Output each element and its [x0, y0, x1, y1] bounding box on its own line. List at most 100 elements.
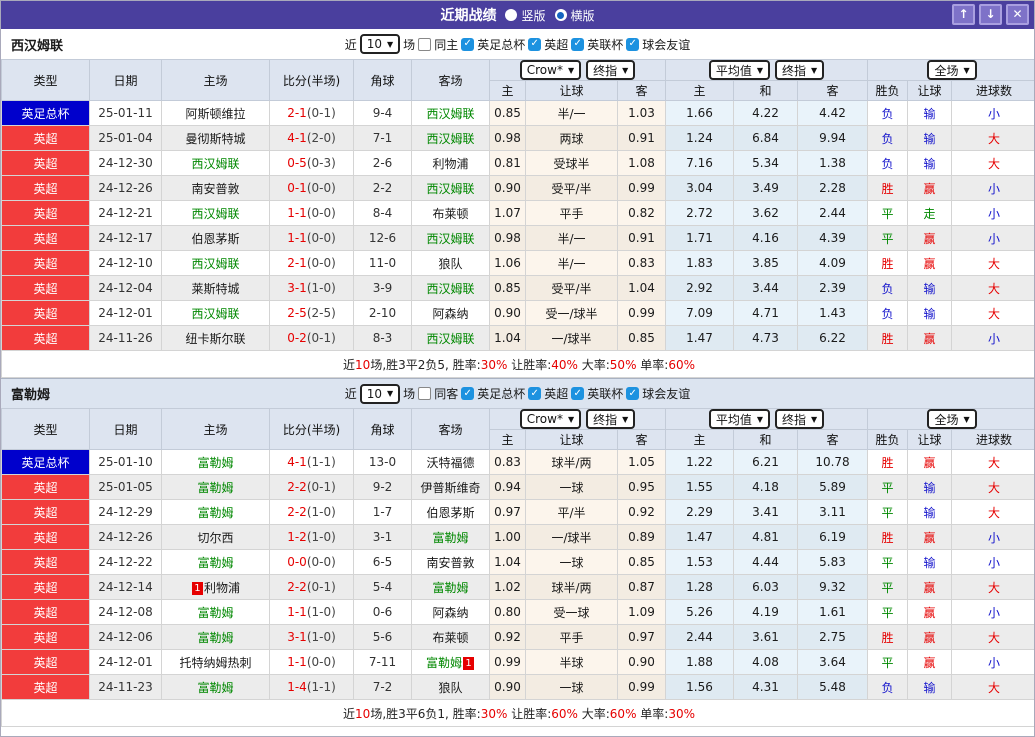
col-odds-home: 0.83	[490, 450, 526, 475]
col-odds-home: 0.90	[490, 176, 526, 201]
match-count-select[interactable]: 10	[360, 384, 400, 404]
goals-flag: 小	[988, 531, 1000, 545]
col-header-goals: 进球数	[952, 81, 1035, 101]
halftime-score: (1-0)	[307, 630, 336, 644]
away-team-name: 利物浦	[432, 157, 468, 171]
odds-line: 一/球半	[551, 531, 591, 545]
friendly-checkbox[interactable]	[626, 387, 639, 400]
col-away-team: 狼队	[412, 675, 490, 700]
odds-stage-select[interactable]: 终指	[586, 60, 635, 80]
average-stage-select[interactable]: 终指	[775, 409, 824, 429]
same-venue-label: 同客	[434, 385, 458, 402]
away-team-name: 伊普斯维奇	[420, 481, 480, 495]
match-date: 24-12-29	[98, 505, 152, 519]
col-date: 24-11-26	[90, 326, 162, 351]
col-away-team: 布莱顿	[412, 625, 490, 650]
odds-line: 球半/两	[551, 581, 591, 595]
team-filter-row: 富勒姆 近 10 场 同客 英足总杯 英超 英联杯 球会友谊	[1, 378, 1034, 408]
col-handicap-result: 赢	[908, 251, 952, 276]
odds-line: 一/球半	[551, 332, 591, 346]
handicap-flag: 赢	[924, 182, 936, 196]
col-handicap-result: 输	[908, 151, 952, 176]
odds-away: 0.91	[628, 131, 655, 145]
col-odds-away: 1.09	[618, 600, 666, 625]
scroll-up-button[interactable]: ↑	[952, 4, 975, 25]
col-competition: 英超	[2, 226, 90, 251]
match-row: 英超24-12-26切尔西1-2(1-0)3-1富勒姆1.00一/球半0.891…	[2, 525, 1035, 550]
home-team-name: 西汉姆联	[191, 257, 239, 271]
col-avg-away: 5.89	[798, 475, 868, 500]
col-odds-home: 0.98	[490, 126, 526, 151]
team-section-fulham: 富勒姆 近 10 场 同客 英足总杯 英超 英联杯 球会友谊	[1, 378, 1034, 727]
corners-count: 9-4	[373, 106, 393, 120]
close-button[interactable]: ✕	[1006, 4, 1029, 25]
halftime-score: (1-0)	[307, 281, 336, 295]
col-home-team: 莱斯特城	[162, 276, 270, 301]
layout-radio-vertical[interactable]: 竖版	[505, 7, 545, 24]
layout-radio-horizontal[interactable]: 横版	[555, 7, 595, 24]
col-score: 4-1(1-1)	[270, 450, 354, 475]
goals-flag: 大	[988, 481, 1000, 495]
avg-away: 2.75	[819, 630, 846, 644]
col-date: 25-01-05	[90, 475, 162, 500]
competition-badge: 英超	[33, 531, 57, 545]
summary-segment: 50%	[610, 358, 637, 372]
odds-home: 0.98	[494, 231, 521, 245]
col-avg-away: 10.78	[798, 450, 868, 475]
team-name: 西汉姆联	[11, 35, 63, 54]
match-date: 24-11-23	[98, 680, 152, 694]
avg-away: 1.61	[819, 605, 846, 619]
col-result: 负	[868, 675, 908, 700]
near-label: 近	[345, 36, 357, 53]
same-venue-checkbox[interactable]	[418, 38, 431, 51]
scope-select[interactable]: 全场	[927, 60, 976, 80]
scope-select[interactable]: 全场	[927, 409, 976, 429]
col-competition: 英超	[2, 600, 90, 625]
match-count-select[interactable]: 10	[360, 34, 400, 54]
halftime-score: (1-0)	[307, 505, 336, 519]
odds-away: 0.99	[628, 181, 655, 195]
col-result: 胜	[868, 525, 908, 550]
col-away-team: 西汉姆联	[412, 126, 490, 151]
col-competition: 英超	[2, 500, 90, 525]
odds-away: 0.91	[628, 231, 655, 245]
average-select[interactable]: 平均值	[709, 60, 770, 80]
col-odds-line: 平/半	[526, 500, 618, 525]
away-team-name: 西汉姆联	[426, 132, 474, 146]
premier-league-checkbox[interactable]	[528, 38, 541, 51]
scroll-down-button[interactable]: ↓	[979, 4, 1002, 25]
corners-count: 7-2	[373, 680, 393, 694]
col-result: 平	[868, 226, 908, 251]
premier-league-checkbox[interactable]	[528, 387, 541, 400]
fa-cup-checkbox[interactable]	[461, 387, 474, 400]
odds-home: 1.04	[494, 555, 521, 569]
bookmaker-select[interactable]: Crow*	[520, 409, 581, 429]
odds-away: 1.03	[628, 106, 655, 120]
col-odds-home: 0.94	[490, 475, 526, 500]
summary-segment: 单率:	[636, 358, 668, 372]
efl-cup-checkbox[interactable]	[571, 38, 584, 51]
average-stage-select[interactable]: 终指	[775, 60, 824, 80]
avg-draw: 6.84	[752, 131, 779, 145]
average-select[interactable]: 平均值	[709, 409, 770, 429]
avg-draw: 4.73	[752, 331, 779, 345]
odds-stage-select[interactable]: 终指	[586, 409, 635, 429]
avg-away: 1.38	[819, 156, 846, 170]
average-stage-select-value: 终指	[782, 62, 806, 79]
match-row: 英超24-12-01西汉姆联2-5(2-5)2-10阿森纳0.90受一/球半0.…	[2, 301, 1035, 326]
col-odds-line: 一/球半	[526, 525, 618, 550]
bookmaker-select[interactable]: Crow*	[520, 60, 581, 80]
col-odds-away: 1.08	[618, 151, 666, 176]
col-handicap-result: 赢	[908, 650, 952, 675]
avg-draw: 6.21	[752, 455, 779, 469]
fa-cup-checkbox[interactable]	[461, 38, 474, 51]
efl-cup-checkbox[interactable]	[571, 387, 584, 400]
col-odds-away: 1.04	[618, 276, 666, 301]
same-venue-checkbox[interactable]	[418, 387, 431, 400]
premier-league-label: 英超	[544, 36, 568, 53]
goals-flag: 小	[988, 182, 1000, 196]
home-team-name: 富勒姆	[197, 681, 233, 695]
col-header-odds-home: 主	[490, 430, 526, 450]
friendly-checkbox[interactable]	[626, 38, 639, 51]
away-team-name: 狼队	[438, 681, 462, 695]
